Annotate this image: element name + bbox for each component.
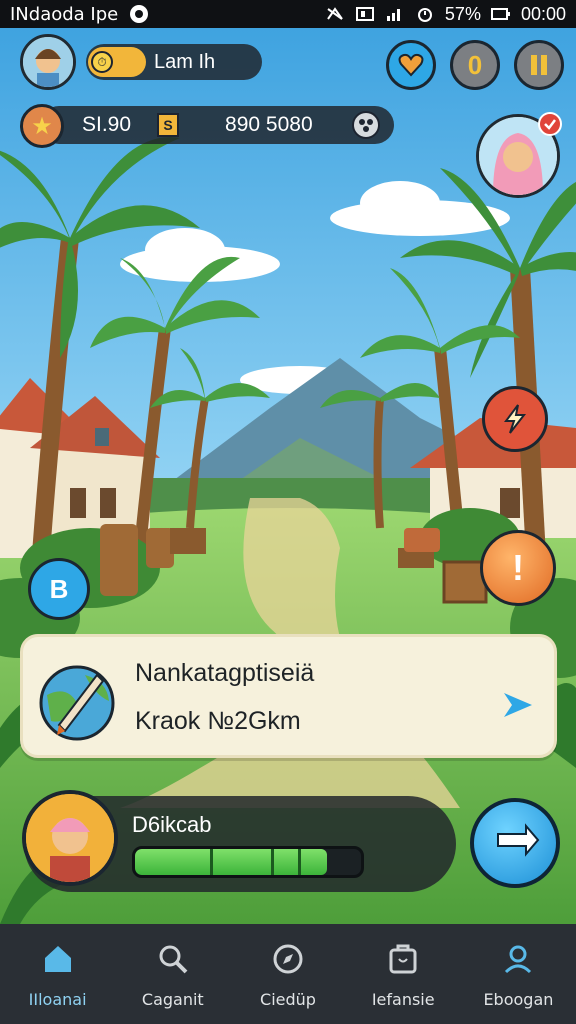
clock: 00:00	[520, 3, 566, 24]
alert-icon: !	[512, 547, 524, 588]
swap-icon	[497, 823, 540, 857]
profile-icon	[505, 945, 532, 974]
heart-icon	[398, 53, 424, 77]
check-icon	[544, 119, 556, 130]
nav-label: Iefansie	[371, 990, 435, 1009]
send-arrow-icon[interactable]	[500, 687, 536, 723]
nav-item-profile[interactable]: Eboogan	[461, 924, 576, 1024]
gem-count: 890 5080	[225, 113, 313, 136]
alarm-icon	[417, 8, 432, 22]
nav-label: Eboogan	[483, 990, 554, 1009]
search-icon	[159, 945, 188, 974]
player-face-icon	[23, 37, 73, 87]
level-label: Lam Ih	[154, 50, 216, 73]
nav-item-home[interactable]: IIloanai	[0, 924, 115, 1024]
signal-bars-icon	[386, 9, 400, 21]
lightning-icon	[504, 404, 527, 434]
event-badge[interactable]	[482, 386, 548, 452]
bottom-nav: IIloanai Caganit Ciedüp Iefansie Eboogan	[0, 924, 576, 1024]
player-name: D6ikcab	[132, 812, 212, 837]
coin-count: SI.90	[82, 113, 132, 136]
nav-label: IIloanai	[28, 990, 87, 1009]
level-toggle[interactable]: ⏱	[88, 47, 146, 77]
settings-icon[interactable]	[352, 111, 380, 139]
quest-subtitle: Kraok №2Gkm	[135, 707, 301, 735]
battery-icon	[490, 8, 510, 20]
nav-label: Ciedüp	[260, 990, 316, 1009]
quest-title: Nankatagptiseiä	[135, 659, 315, 687]
star-icon[interactable]: ★	[20, 104, 64, 148]
player-portrait-icon	[26, 794, 114, 882]
battery-percent: 57%	[444, 3, 481, 24]
nav-label: Caganit	[141, 990, 204, 1009]
resource-bar: SI.90 S 890 5080	[40, 106, 394, 144]
pause-icon	[531, 55, 547, 75]
nav-item-bag[interactable]: Iefansie	[346, 924, 461, 1024]
bag-icon	[389, 944, 417, 974]
globe-quill-icon	[39, 665, 115, 741]
alert-button[interactable]: !	[480, 530, 556, 606]
timer-icon: ⏱	[91, 51, 113, 73]
player-portrait[interactable]	[22, 790, 118, 886]
notification-badge	[538, 112, 562, 136]
build-icon: B	[49, 573, 69, 604]
action-button[interactable]	[470, 798, 560, 888]
quest-card[interactable]: Nankatagptiseiä Kraok №2Gkm	[20, 634, 557, 758]
home-icon	[44, 946, 71, 972]
status-bar: INdaoda Ipe 57% 00:00	[0, 0, 576, 28]
xp-progress-bar	[132, 846, 364, 878]
compass-icon	[273, 944, 303, 974]
carrier-name: INdaoda Ipe	[10, 3, 119, 25]
nav-item-explore[interactable]: Ciedüp	[230, 924, 345, 1024]
coin-icon: 0	[467, 49, 483, 80]
player-avatar[interactable]	[20, 34, 76, 90]
currency-badge: S	[157, 113, 180, 137]
build-button[interactable]: B	[28, 558, 90, 620]
level-pill[interactable]: ⏱ Lam Ih	[86, 44, 262, 80]
app-dot-icon	[130, 5, 149, 23]
pause-button[interactable]	[514, 40, 564, 90]
nfc-icon	[355, 7, 374, 21]
nav-item-search[interactable]: Caganit	[115, 924, 230, 1024]
coin-button[interactable]: 0	[450, 40, 500, 90]
no-signal-icon	[327, 7, 343, 20]
heart-button[interactable]	[386, 40, 436, 90]
